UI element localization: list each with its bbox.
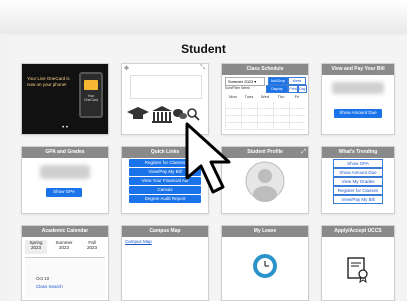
add-drop-chip[interactable]: Add/Drop <box>268 77 288 85</box>
page-title: Student <box>181 42 226 56</box>
chevron-down-icon: ▾ <box>254 79 257 84</box>
trend-pay-bill[interactable]: View/Pay My Bill <box>333 195 383 204</box>
class-search-link[interactable]: Class Search <box>36 284 63 289</box>
my-leave-header: My Leave <box>222 226 308 237</box>
carousel-dots[interactable]: • • <box>22 125 108 131</box>
search-icon[interactable] <box>187 108 200 121</box>
display-class-chip[interactable]: Display Class <box>266 85 288 97</box>
class-schedule-header: Class Schedule <box>222 64 308 75</box>
trend-show-gpa[interactable]: Show GPA <box>333 159 383 168</box>
tab-summer[interactable]: Summer 2023 <box>52 240 76 254</box>
schedule-hint: Sort/Filter Week <box>225 86 251 90</box>
promo-headline: Your Live OneCard is now on your phone! <box>27 76 70 87</box>
day-tue: Tues <box>244 94 254 99</box>
blurred-balance <box>332 82 384 94</box>
whats-trending-card: What's Trending Show GPA Show Amount Due… <box>321 146 395 214</box>
print-chip[interactable]: Print <box>288 85 298 93</box>
day-fri: Fri <box>294 94 300 99</box>
day-thu: Thu <box>277 94 285 99</box>
term-select[interactable]: Summer 2023 ▾ <box>225 77 265 86</box>
clock-icon[interactable] <box>252 253 278 279</box>
trend-show-amount-due[interactable]: Show Amount Due <box>333 168 383 177</box>
week-chip[interactable]: Week <box>288 77 306 85</box>
pay-bill-header: View and Pay Your Bill <box>322 64 394 75</box>
show-gpa-button[interactable]: Show GPA <box>46 188 82 197</box>
campus-map-card: Campus Map Campus Map <box>121 225 209 301</box>
gpa-header: GPA and Grades <box>22 147 108 158</box>
day-mon: Mon <box>229 94 237 99</box>
mortarboard-icon[interactable] <box>127 107 149 119</box>
campus-map-header: Campus Map <box>122 226 208 237</box>
campus-map-link[interactable]: Campus Map <box>125 239 152 244</box>
pay-bill-card: View and Pay Your Bill Show Amount Due <box>321 63 395 135</box>
tab-fall[interactable]: Fall 2023 <box>81 240 103 254</box>
trend-register[interactable]: Register for Classes <box>333 186 383 195</box>
certificate-icon[interactable] <box>346 256 370 284</box>
show-amount-due-button[interactable]: Show Amount Due <box>334 109 382 118</box>
event-date: Oct 10 <box>36 276 50 281</box>
mouse-cursor-icon <box>185 122 231 194</box>
gpa-card: GPA and Grades Show GPA <box>21 146 109 214</box>
onecard-promo-image: Your Live OneCard is now on your phone! … <box>22 64 108 134</box>
expand-icon[interactable]: ⤢ <box>301 148 306 156</box>
avatar-icon <box>245 161 285 202</box>
move-handle-icon[interactable]: ✥ <box>124 65 129 72</box>
expand-icon[interactable]: ⤡ <box>200 65 205 72</box>
blurred-gpa <box>40 165 90 179</box>
browser-top-strip <box>0 0 407 34</box>
day-chip[interactable]: Day <box>298 85 307 93</box>
scholarships-header: Apply/Accept UCCS Scholarships <box>322 226 394 245</box>
phone-illustration: Your OneCard <box>79 72 103 118</box>
chat-icon[interactable] <box>173 109 187 119</box>
bank-icon[interactable] <box>152 106 172 123</box>
academic-calendar-header: Academic Calendar <box>22 226 108 237</box>
trend-view-grades[interactable]: View My Grades <box>333 177 383 186</box>
blank-widget-area <box>130 75 202 99</box>
academic-calendar-card: Academic Calendar Spring 2023 Summer 2023 … <box>21 225 109 301</box>
onecard-card[interactable]: Your Live OneCard is now on your phone! … <box>21 63 109 135</box>
whats-trending-header: What's Trending <box>322 147 394 158</box>
scholarships-card: Apply/Accept UCCS Scholarships <box>321 225 395 301</box>
tab-spring[interactable]: Spring 2023 <box>25 240 47 254</box>
my-leave-card: My Leave <box>221 225 309 301</box>
day-wed: Wed <box>260 94 270 99</box>
